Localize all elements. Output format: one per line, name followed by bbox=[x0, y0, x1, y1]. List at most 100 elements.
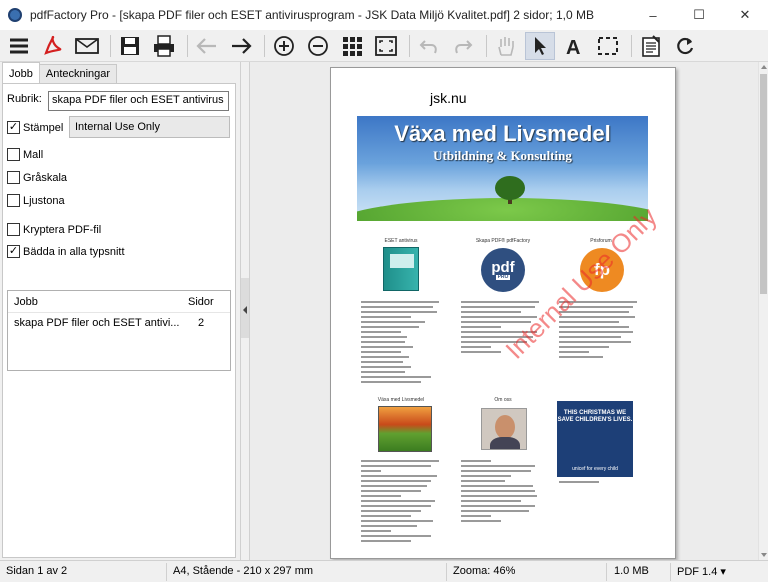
toolbar: A bbox=[0, 30, 768, 62]
zoom-in-icon[interactable] bbox=[269, 32, 299, 60]
toolbar-separator bbox=[631, 34, 632, 57]
refresh-icon[interactable] bbox=[670, 32, 700, 60]
column-heading: Skapa PDF® pdfFactory bbox=[475, 238, 531, 244]
close-button[interactable]: ✕ bbox=[722, 0, 768, 30]
toolbar-separator bbox=[486, 34, 487, 57]
job-name-cell: skapa PDF filer och ESET antivi... bbox=[14, 317, 180, 329]
jobb-panel-body: Rubrik: skapa PDF filer och ESET antivir… bbox=[2, 83, 236, 558]
status-file-size: 1.0 MB bbox=[614, 565, 649, 577]
scroll-up-icon[interactable] bbox=[761, 65, 767, 69]
portrait-image bbox=[481, 408, 527, 450]
collapse-arrow-icon[interactable] bbox=[243, 306, 247, 314]
table-row[interactable]: skapa PDF filer och ESET antivi... 2 bbox=[8, 313, 230, 333]
save-icon[interactable] bbox=[115, 32, 145, 60]
window-title: pdfFactory Pro - [skapa PDF filer och ES… bbox=[30, 8, 594, 22]
badda-in-label: Bädda in alla typsnitt bbox=[23, 245, 125, 258]
status-separator bbox=[166, 563, 167, 581]
select-arrow-icon[interactable] bbox=[525, 31, 555, 60]
stampel-row: ✓ Stämpel bbox=[7, 121, 63, 134]
mall-label: Mall bbox=[23, 148, 44, 161]
pdf-icon[interactable] bbox=[38, 32, 68, 60]
vertical-scrollbar[interactable] bbox=[758, 62, 768, 560]
tab-jobb[interactable]: Jobb bbox=[2, 62, 40, 84]
om-oss-text-block bbox=[461, 460, 541, 525]
status-separator bbox=[670, 563, 671, 581]
print-icon[interactable] bbox=[149, 32, 179, 60]
option-ljustona: Ljustona bbox=[7, 194, 65, 207]
panel-tabs: Jobb Anteckningar bbox=[2, 62, 118, 84]
ljustona-checkbox[interactable] bbox=[7, 194, 20, 207]
column-header-jobb[interactable]: Jobb bbox=[8, 296, 184, 308]
title-bar: pdfFactory Pro - [skapa PDF filer och ES… bbox=[0, 0, 768, 30]
graskala-label: Gråskala bbox=[23, 171, 68, 184]
svg-text:A: A bbox=[566, 37, 580, 56]
graskala-checkbox[interactable] bbox=[7, 171, 20, 184]
undo-icon[interactable] bbox=[414, 32, 444, 60]
option-mall: Mall bbox=[7, 148, 43, 161]
hand-icon[interactable] bbox=[491, 32, 521, 60]
thumbnails-icon[interactable] bbox=[337, 32, 367, 60]
rubrik-input[interactable]: skapa PDF filer och ESET antivirus bbox=[48, 91, 229, 111]
status-zoom: Zooma: 46% bbox=[453, 565, 516, 577]
unicef-text: THIS CHRISTMAS WE SAVE CHILDREN'S LIVES. bbox=[557, 410, 633, 423]
pdf-page: jsk.nu Växa med Livsmedel Utbildning & K… bbox=[330, 67, 676, 559]
column-heading: ESET antivirus bbox=[384, 238, 418, 244]
stampel-select[interactable]: Internal Use Only bbox=[69, 116, 230, 138]
job-table-header: Jobb Sidor bbox=[8, 291, 230, 313]
email-icon[interactable] bbox=[72, 32, 102, 60]
app-icon bbox=[8, 8, 22, 22]
menu-icon[interactable] bbox=[4, 32, 34, 60]
unicef-footer: unicef for every child bbox=[572, 466, 618, 472]
toolbar-separator bbox=[187, 34, 188, 57]
ljustona-label: Ljustona bbox=[23, 194, 65, 207]
banner-hill bbox=[357, 198, 648, 221]
back-icon[interactable] bbox=[192, 32, 222, 60]
banner-image: Växa med Livsmedel Utbildning & Konsulti… bbox=[357, 116, 648, 221]
vaxa-text-block bbox=[361, 460, 441, 545]
fit-page-icon[interactable] bbox=[371, 32, 401, 60]
section-heading: Växa med Livsmedel bbox=[377, 397, 425, 403]
rubrik-label: Rubrik: bbox=[7, 93, 42, 105]
scrollbar-thumb[interactable] bbox=[760, 74, 767, 294]
maximize-button[interactable]: ☐ bbox=[676, 0, 722, 30]
stampel-checkbox[interactable]: ✓ bbox=[7, 121, 20, 134]
forward-icon[interactable] bbox=[226, 32, 256, 60]
eset-text-block bbox=[361, 301, 441, 386]
status-page: Sidan 1 av 2 bbox=[6, 565, 68, 577]
minimize-button[interactable]: – bbox=[630, 0, 676, 30]
badda-in-checkbox[interactable]: ✓ bbox=[7, 245, 20, 258]
banner-title: Växa med Livsmedel bbox=[394, 121, 611, 146]
stampel-label: Stämpel bbox=[23, 121, 64, 134]
job-panel: Jobb Anteckningar Rubrik: skapa PDF file… bbox=[0, 62, 240, 560]
panel-splitter[interactable] bbox=[240, 62, 250, 560]
option-badda-in: ✓ Bädda in alla typsnitt bbox=[7, 245, 125, 258]
status-bar: Sidan 1 av 2 A4, Stående - 210 x 297 mm … bbox=[0, 560, 768, 582]
text-tool-icon[interactable]: A bbox=[559, 32, 589, 60]
kryptera-checkbox[interactable] bbox=[7, 223, 20, 236]
scroll-down-icon[interactable] bbox=[761, 553, 767, 557]
notes-icon[interactable] bbox=[636, 32, 666, 60]
option-graskala: Gråskala bbox=[7, 171, 67, 184]
unicef-caption bbox=[559, 481, 639, 486]
pdf-logo-text: pdf bbox=[491, 258, 515, 276]
section-heading: Om oss bbox=[494, 397, 512, 403]
site-name: jsk.nu bbox=[430, 90, 467, 106]
pdf-pro-logo: pdf PRO bbox=[481, 248, 525, 292]
crop-icon[interactable] bbox=[593, 32, 623, 60]
status-separator bbox=[446, 563, 447, 581]
toolbar-separator bbox=[409, 34, 410, 57]
job-table: Jobb Sidor skapa PDF filer och ESET anti… bbox=[7, 290, 231, 371]
pdf-version-dropdown[interactable]: PDF 1.4 ▾ bbox=[677, 565, 726, 578]
tab-anteckningar[interactable]: Anteckningar bbox=[38, 64, 118, 84]
mall-checkbox[interactable] bbox=[7, 148, 20, 161]
kryptera-label: Kryptera PDF-fil bbox=[23, 223, 102, 236]
document-viewer[interactable]: jsk.nu Växa med Livsmedel Utbildning & K… bbox=[250, 62, 758, 560]
pdf-logo-sub: PRO bbox=[495, 273, 511, 280]
vaxa-thumbnail-image bbox=[378, 406, 432, 452]
rubrik-row: Rubrik: bbox=[7, 93, 42, 105]
zoom-out-icon[interactable] bbox=[303, 32, 333, 60]
toolbar-separator bbox=[110, 34, 111, 57]
redo-icon[interactable] bbox=[448, 32, 478, 60]
column-header-sidor[interactable]: Sidor bbox=[184, 296, 230, 308]
toolbar-separator bbox=[264, 34, 265, 57]
